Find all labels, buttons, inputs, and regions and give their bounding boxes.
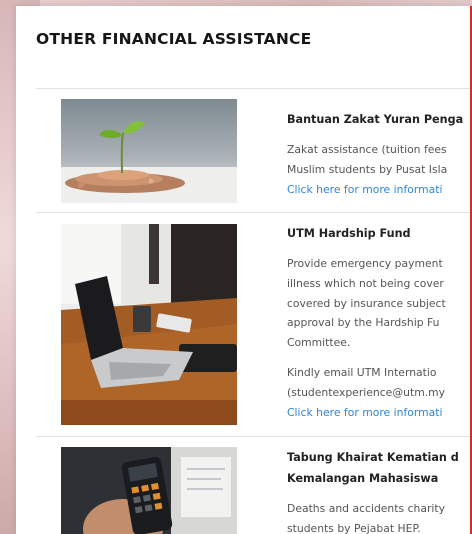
list-item: Tabung Khairat Kematian d Kemalangan Mah… <box>36 436 472 534</box>
item-title: UTM Hardship Fund <box>287 227 411 240</box>
description-line: Muslim students by Pusat Isla <box>287 162 448 176</box>
description-line: illness which not being cover <box>287 276 444 290</box>
item-description: Provide emergency payment illness which … <box>287 254 472 422</box>
item-description: Zakat assistance (tuition fees Muslim st… <box>287 140 472 199</box>
item-title-line: Tabung Khairat Kematian d <box>287 451 459 464</box>
contact-line: (studentexperience@utm.my <box>287 385 446 399</box>
item-title: Bantuan Zakat Yuran Penga <box>287 113 464 126</box>
list-item: UTM Hardship Fund Provide emergency paym… <box>36 212 472 436</box>
item-description: Deaths and accidents charity students by… <box>287 499 472 534</box>
description-line: Zakat assistance (tuition fees <box>287 143 447 156</box>
description-line: approval by the Hardship Fu <box>287 316 440 330</box>
assistance-list: Bantuan Zakat Yuran Penga Zakat assistan… <box>36 88 472 534</box>
list-item: Bantuan Zakat Yuran Penga Zakat assistan… <box>36 88 472 212</box>
page-title: OTHER FINANCIAL ASSISTANCE <box>36 30 312 48</box>
item-title: Tabung Khairat Kematian d Kemalangan Mah… <box>287 447 472 489</box>
more-info-link[interactable]: Click here for more informati <box>287 403 472 422</box>
description-line: students by Pejabat HEP. <box>287 521 421 534</box>
more-info-link[interactable]: Click here for more informati <box>287 180 472 199</box>
description-line: Committee. <box>287 336 351 350</box>
plant-coins-image <box>61 99 237 203</box>
financial-assistance-panel: OTHER FINANCIAL ASSISTANCE Bantuan Zakat… <box>16 6 472 534</box>
contact-line: Kindly email UTM Internatio <box>287 365 437 379</box>
item-text: Bantuan Zakat Yuran Penga Zakat assistan… <box>287 109 472 199</box>
laptop-desk-image <box>61 224 237 425</box>
description-line: Provide emergency payment <box>287 257 443 270</box>
item-title-line: Kemalangan Mahasiswa <box>287 472 439 485</box>
item-text: UTM Hardship Fund Provide emergency paym… <box>287 223 472 422</box>
calculator-image <box>61 447 237 534</box>
description-line: covered by insurance subject <box>287 296 446 310</box>
description-line: Deaths and accidents charity <box>287 502 446 515</box>
item-text: Tabung Khairat Kematian d Kemalangan Mah… <box>287 447 472 534</box>
